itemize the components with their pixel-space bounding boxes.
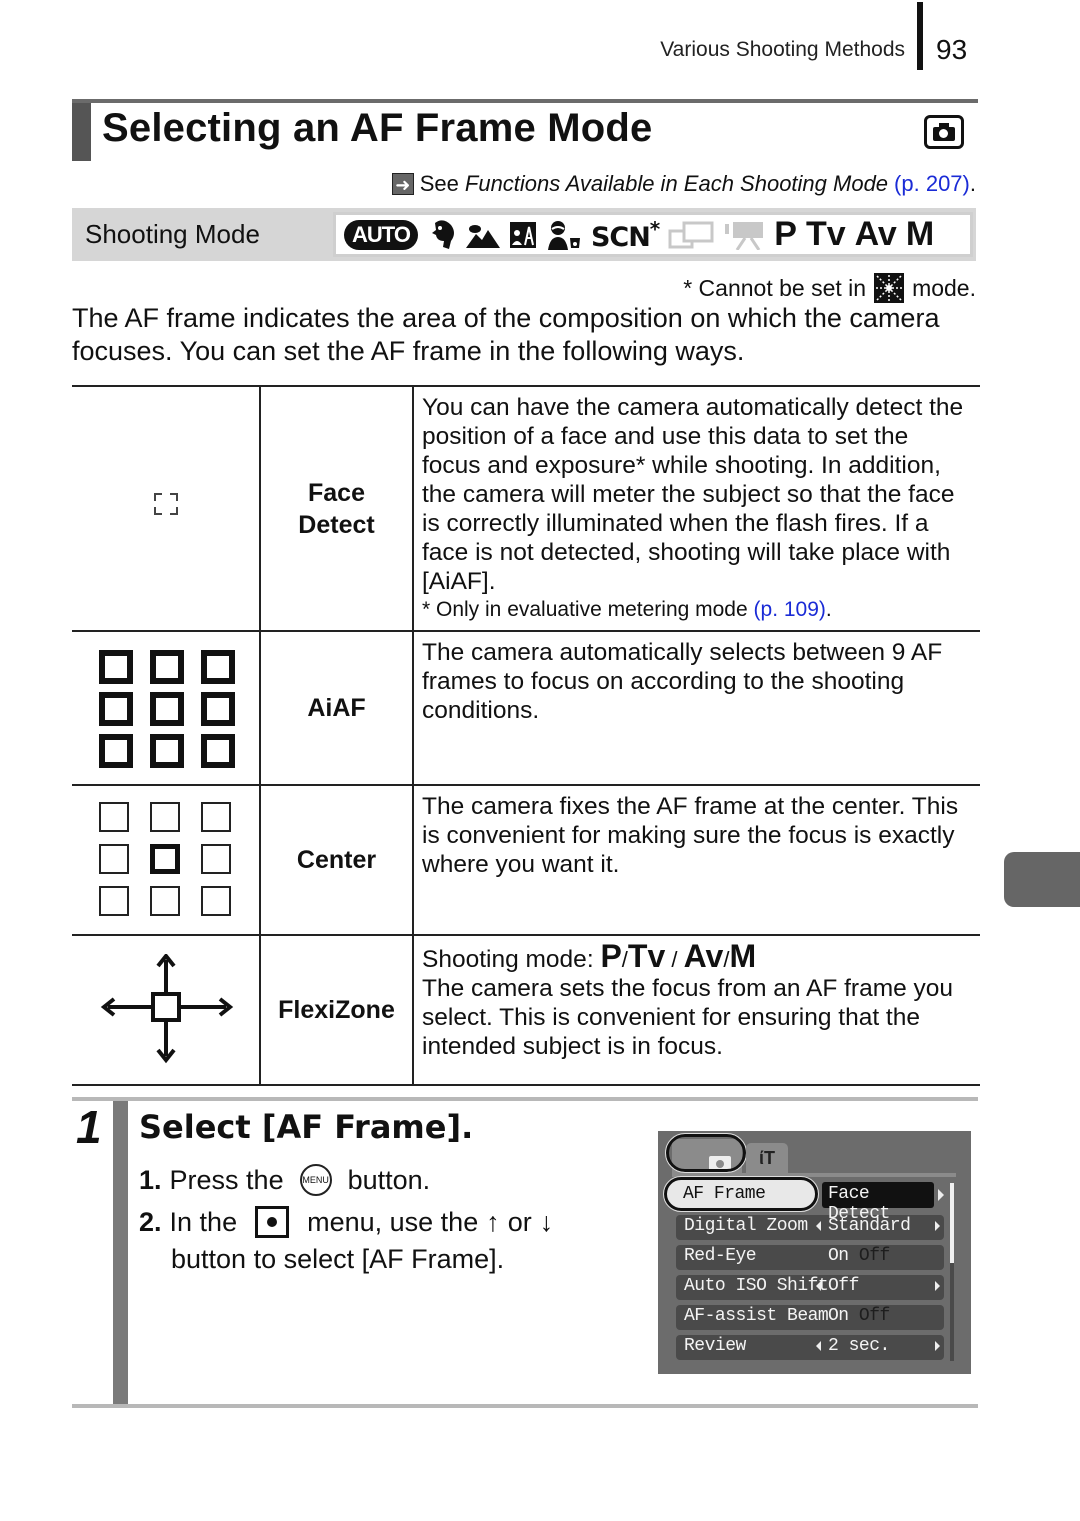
camera-lcd-menu: ίT Digital Zoom Standard Red-Eye On Off … <box>658 1131 971 1374</box>
shooting-mode-icons: AUTO SCN* P Tv Av M <box>333 212 973 257</box>
title-accent-bar <box>72 103 91 161</box>
note-prefix: * Cannot be set in <box>683 274 867 301</box>
camera-shooting-icon <box>924 115 964 149</box>
right-arrow-icon <box>938 1189 944 1201</box>
intro-paragraph: The AF frame indicates the area of the c… <box>72 303 940 366</box>
table-row: FlexiZone Shooting mode: P/Tv / Av/M The… <box>72 934 980 1086</box>
settings-tab-icon[interactable]: ίT <box>746 1143 788 1173</box>
page-number: 93 <box>936 34 968 65</box>
center-frame-icon <box>99 802 231 916</box>
menu-button-icon: MENU <box>299 1164 332 1196</box>
center-icon-cell <box>72 784 261 936</box>
lcd-row-auto-iso-shift[interactable]: Auto ISO Shift Off <box>676 1275 944 1300</box>
see-reference: ➜ See Functions Available in Each Shooti… <box>391 171 976 197</box>
portrait-mode-icon <box>431 219 454 249</box>
see-prefix: See <box>419 171 459 196</box>
cannot-set-note: * Cannot be set in mode. <box>683 273 976 303</box>
tv-mode-label: Tv <box>805 215 846 253</box>
lcd-row-af-assist-beam[interactable]: AF-assist Beam On Off <box>676 1305 944 1330</box>
table-row: AiAF The camera automatically selects be… <box>72 630 980 786</box>
instruction-1: 1. Press the MENU button. <box>139 1164 431 1196</box>
chapter-side-tab <box>1004 852 1080 907</box>
down-arrow-icon: ↓ <box>539 1206 554 1237</box>
mode-desc-aiaf: The camera automatically selects between… <box>412 630 980 786</box>
table-row: Center The camera fixes the AF frame at … <box>72 784 980 936</box>
see-italic-text: Functions Available in Each Shooting Mod… <box>464 171 889 196</box>
af-mode-table: Face Detect You can have the camera auto… <box>72 385 980 1086</box>
flexizone-frame-icon <box>100 954 234 1064</box>
auto-mode-icon: AUTO <box>344 219 418 250</box>
shooting-mode-label: Shooting Mode <box>85 219 260 249</box>
reference-arrow-icon: ➜ <box>391 173 414 195</box>
landscape-mode-icon <box>465 224 500 248</box>
lcd-scrollbar-thumb[interactable] <box>950 1183 954 1263</box>
mode-name-face-detect: Face Detect <box>259 385 414 632</box>
aiaf-nine-frames-icon <box>99 650 235 768</box>
mode-desc-face-detect: You can have the camera automatically de… <box>412 385 980 632</box>
page-link-109[interactable]: (p. 109) <box>754 598 826 621</box>
av-mode-label: Av <box>854 215 897 253</box>
stitch-assist-mode-icon <box>668 221 714 248</box>
face-detect-frame-icon <box>154 493 178 515</box>
note-suffix: mode. <box>912 274 976 301</box>
flexizone-shooting-modes: Shooting mode: P/Tv / Av/M <box>422 938 757 974</box>
night-snapshot-mode-icon <box>509 221 536 248</box>
title-rule <box>72 99 978 103</box>
mode-name-flexizone: FlexiZone <box>259 934 414 1086</box>
page-title: Selecting an AF Frame Mode <box>102 106 653 150</box>
step-bottom-rule <box>72 1404 978 1408</box>
instruction-2: 2. In the menu, use the ↑ or ↓ <box>139 1206 554 1238</box>
lcd-row-red-eye[interactable]: Red-Eye On Off <box>676 1245 944 1270</box>
step-title: Select [AF Frame]. <box>139 1108 474 1146</box>
see-suffix: . <box>969 171 976 196</box>
instruction-2-continuation: button to select [AF Frame]. <box>171 1244 505 1274</box>
mode-desc-flexizone: Shooting mode: P/Tv / Av/M The camera se… <box>412 934 980 1086</box>
running-header: Various Shooting Methods 93 <box>0 0 1080 100</box>
mode-name-center: Center <box>259 784 414 936</box>
camera-tab-highlight <box>665 1133 747 1173</box>
scn-mode-icon: SCN* <box>590 216 660 253</box>
lcd-row-review[interactable]: Review 2 sec. <box>676 1335 944 1360</box>
aiaf-icon-cell <box>72 630 261 786</box>
lcd-af-frame-value[interactable]: Face Detect <box>822 1182 934 1224</box>
movie-mode-icon <box>725 221 764 250</box>
color-swap-mode-icon <box>874 273 905 303</box>
kids-pets-mode-icon <box>547 220 580 250</box>
page-link-207[interactable]: (p. 207) <box>894 171 970 196</box>
header-divider <box>917 2 923 70</box>
step-number: 1 <box>76 1101 102 1153</box>
step-top-rule <box>72 1097 978 1101</box>
mode-desc-center: The camera fixes the AF frame at the cen… <box>412 784 980 936</box>
shooting-menu-icon <box>255 1206 290 1238</box>
face-detect-icon-cell <box>72 385 261 632</box>
mode-name-aiaf: AiAF <box>259 630 414 786</box>
m-mode-label: M <box>905 215 935 253</box>
footnote: * Only in evaluative metering mode (p. 1… <box>422 598 832 621</box>
step-accent-bar <box>113 1101 128 1406</box>
table-row: Face Detect You can have the camera auto… <box>72 385 980 632</box>
p-mode-label: P <box>774 215 797 253</box>
section-name: Various Shooting Methods <box>660 38 905 61</box>
flexizone-icon-cell <box>72 934 261 1086</box>
up-arrow-icon: ↑ <box>486 1206 500 1237</box>
lcd-row-af-frame[interactable]: AF Frame <box>663 1176 819 1212</box>
